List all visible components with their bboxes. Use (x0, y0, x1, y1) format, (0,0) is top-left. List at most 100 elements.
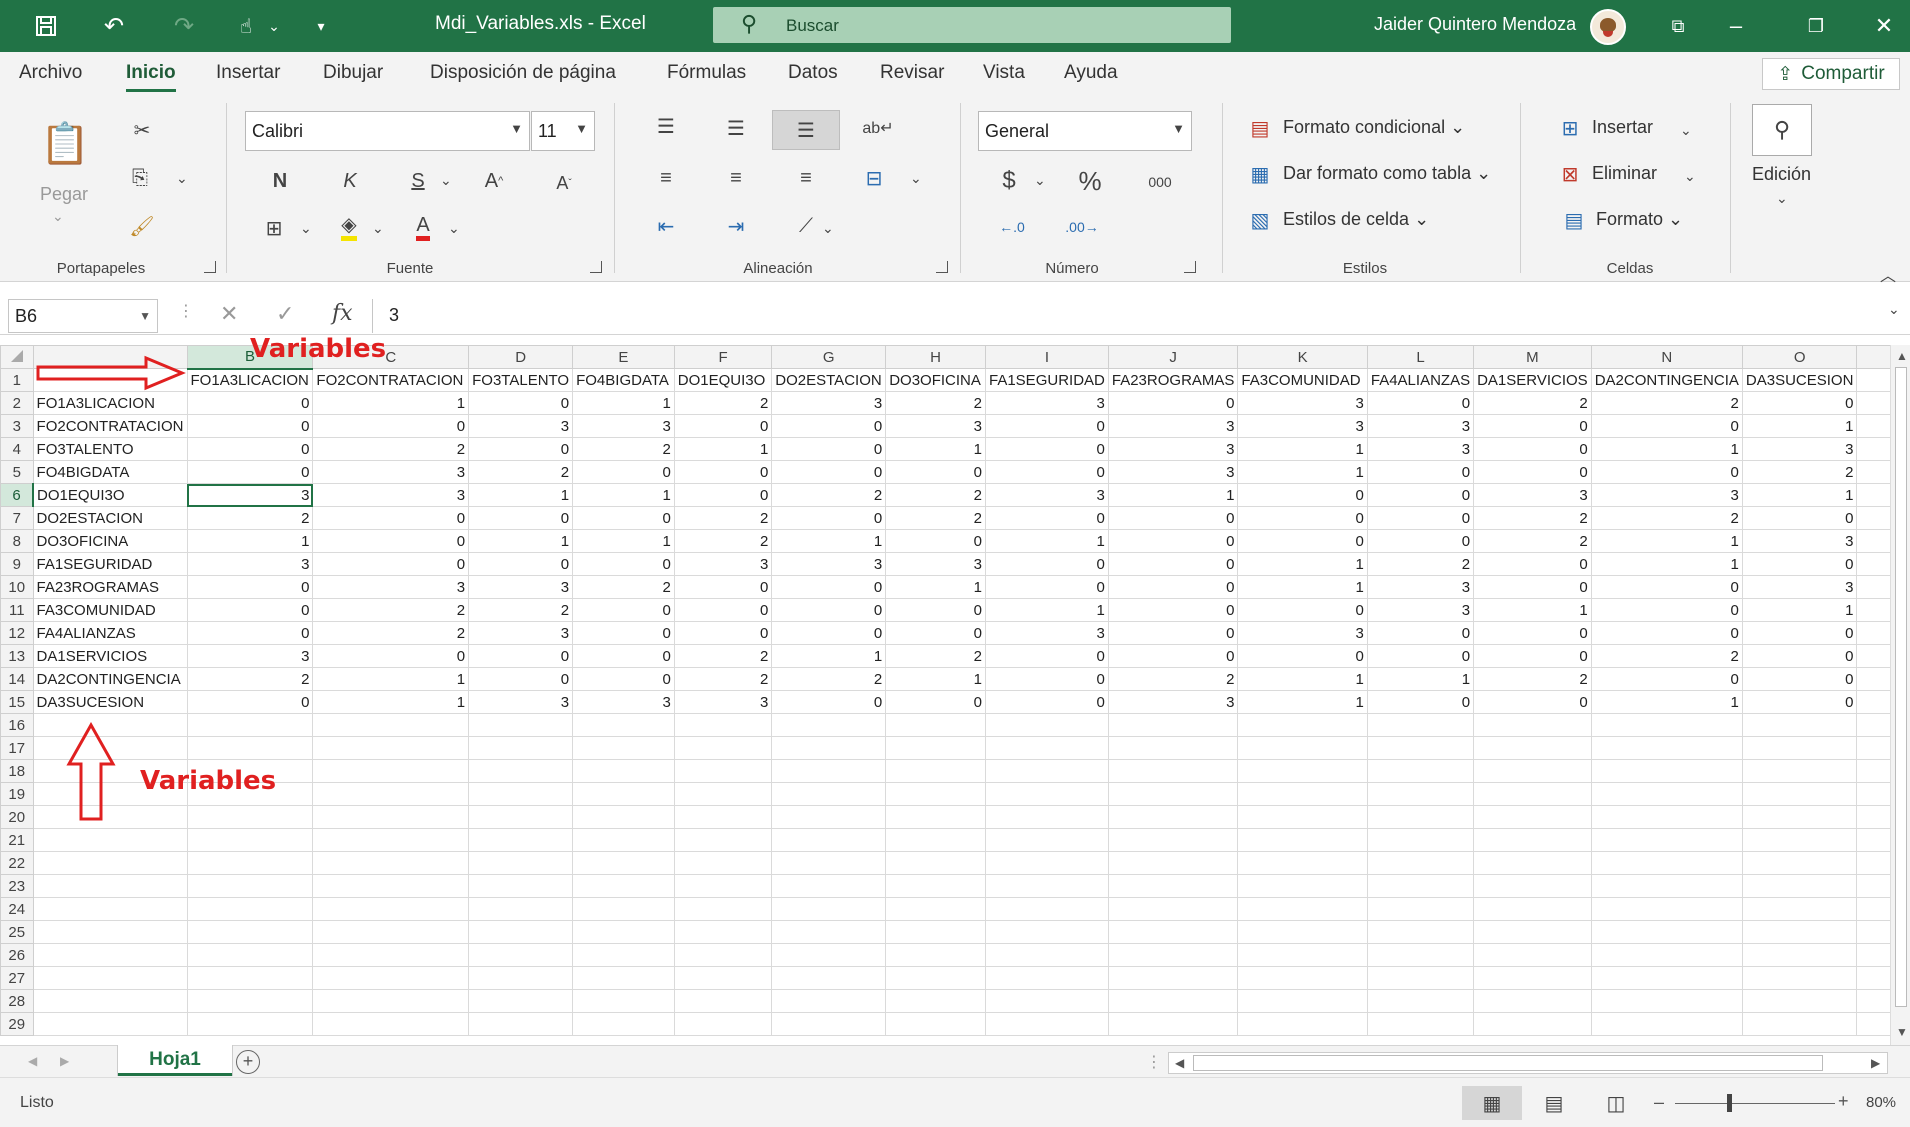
cell[interactable]: 0 (985, 575, 1109, 599)
cell[interactable] (1741, 851, 1858, 875)
cell[interactable]: 3 (885, 414, 986, 438)
cell[interactable] (771, 989, 887, 1013)
cell[interactable] (32, 897, 188, 921)
zoom-in-icon[interactable]: + (1838, 1091, 1849, 1112)
cell[interactable] (1107, 851, 1239, 875)
borders-icon[interactable]: ⊞ (260, 214, 288, 242)
cell[interactable] (771, 759, 887, 783)
cell[interactable]: 0 (468, 437, 574, 461)
cell[interactable]: 3 (1741, 437, 1858, 461)
cell[interactable] (186, 851, 314, 875)
cell[interactable] (1107, 713, 1239, 737)
name-box[interactable]: B6 ▼ (8, 299, 158, 333)
cell[interactable] (32, 874, 188, 898)
borders-dropdown-icon[interactable]: ⌄ (300, 220, 312, 237)
cell[interactable] (1590, 920, 1743, 944)
row-header[interactable]: 29 (0, 1012, 34, 1036)
cell[interactable] (1366, 989, 1475, 1013)
cell[interactable] (673, 966, 773, 990)
cell[interactable]: 3 (1107, 437, 1239, 461)
cell[interactable]: FO1A3LICACION (32, 391, 188, 415)
cell[interactable] (1473, 828, 1592, 852)
cell[interactable]: FO2CONTRATACION (312, 368, 470, 392)
cell[interactable] (771, 1012, 887, 1036)
cell[interactable]: 2 (673, 391, 773, 415)
cell[interactable] (1366, 805, 1475, 829)
row-header[interactable]: 13 (0, 644, 34, 668)
format-painter-icon[interactable]: 🖌 (128, 212, 156, 240)
cell[interactable]: 1 (1590, 529, 1743, 553)
orientation-icon[interactable]: ⟋ (792, 212, 820, 240)
tab-ayuda[interactable]: Ayuda (1064, 62, 1118, 84)
cell[interactable]: FO2CONTRATACION (32, 414, 188, 438)
cell[interactable] (468, 736, 574, 760)
normal-view-icon[interactable]: ▦ (1462, 1086, 1522, 1120)
cell[interactable] (1107, 759, 1239, 783)
cell[interactable] (1473, 966, 1592, 990)
cell[interactable] (771, 713, 887, 737)
cell[interactable] (673, 1012, 773, 1036)
cell[interactable] (312, 897, 470, 921)
cell[interactable]: 0 (1107, 621, 1239, 645)
cell[interactable]: 0 (1366, 460, 1475, 484)
cell[interactable] (985, 989, 1109, 1013)
cell[interactable]: 1 (885, 667, 986, 691)
cell[interactable]: 0 (1366, 506, 1475, 530)
ribbon-display-icon[interactable]: ⧉ (1662, 10, 1694, 42)
row-header[interactable]: 20 (0, 805, 34, 829)
cell[interactable] (1473, 943, 1592, 967)
cell[interactable]: 0 (771, 460, 887, 484)
align-left-icon[interactable]: ≡ (652, 164, 680, 192)
cell[interactable] (885, 805, 986, 829)
cell[interactable] (468, 1012, 574, 1036)
cell[interactable]: FO1A3LICACION (186, 368, 314, 392)
cell[interactable] (885, 989, 986, 1013)
cell[interactable] (673, 759, 773, 783)
insert-cells-button[interactable]: Insertar (1592, 117, 1653, 138)
cell[interactable] (1473, 920, 1592, 944)
cell[interactable] (312, 874, 470, 898)
cell[interactable] (885, 874, 986, 898)
column-header[interactable]: G (771, 345, 887, 369)
cell[interactable]: 1 (468, 483, 574, 507)
cell[interactable]: 0 (985, 690, 1109, 714)
cell[interactable] (1366, 874, 1475, 898)
align-middle-icon[interactable]: ☰ (722, 114, 750, 142)
cell[interactable] (1237, 920, 1368, 944)
cell[interactable]: 3 (572, 690, 675, 714)
table-format-button[interactable]: Dar formato como tabla ⌄ (1283, 163, 1491, 184)
cell[interactable]: 1 (885, 575, 986, 599)
font-name-combo[interactable]: Calibri ▼ (245, 111, 530, 151)
conditional-format-button[interactable]: Formato condicional ⌄ (1283, 117, 1465, 138)
copy-icon[interactable]: ⎘ (126, 164, 154, 192)
decrease-decimal-icon[interactable]: .00→ (1065, 212, 1098, 242)
cell[interactable] (1107, 736, 1239, 760)
cell[interactable] (312, 828, 470, 852)
cell[interactable] (985, 759, 1109, 783)
row-header[interactable]: 17 (0, 736, 34, 760)
column-header[interactable]: O (1741, 345, 1858, 369)
cell[interactable]: 0 (1590, 460, 1743, 484)
cell[interactable]: 0 (1366, 483, 1475, 507)
cell[interactable]: 1 (572, 529, 675, 553)
currency-dropdown-icon[interactable]: ⌄ (1034, 172, 1046, 189)
cell[interactable]: 2 (312, 621, 470, 645)
cell[interactable]: 1 (312, 690, 470, 714)
tab-datos[interactable]: Datos (788, 62, 838, 84)
cell[interactable] (1741, 943, 1858, 967)
row-header[interactable]: 25 (0, 920, 34, 944)
cell[interactable]: 3 (312, 483, 470, 507)
cell[interactable]: 2 (1590, 506, 1743, 530)
horizontal-scroll-thumb[interactable] (1193, 1055, 1823, 1071)
cell[interactable] (572, 805, 675, 829)
row-header[interactable]: 2 (0, 391, 34, 415)
row-header[interactable]: 21 (0, 828, 34, 852)
cell[interactable] (985, 782, 1109, 806)
cell[interactable] (1107, 989, 1239, 1013)
cell[interactable]: 0 (885, 690, 986, 714)
cell[interactable] (572, 782, 675, 806)
cell[interactable] (312, 759, 470, 783)
cell[interactable]: FO4BIGDATA (572, 368, 675, 392)
worksheet-grid[interactable]: BCDEFGHIJKLMNO 1 FO1A3LICACION FO2CONTRATA… (0, 345, 1910, 1045)
cell[interactable]: 0 (771, 414, 887, 438)
